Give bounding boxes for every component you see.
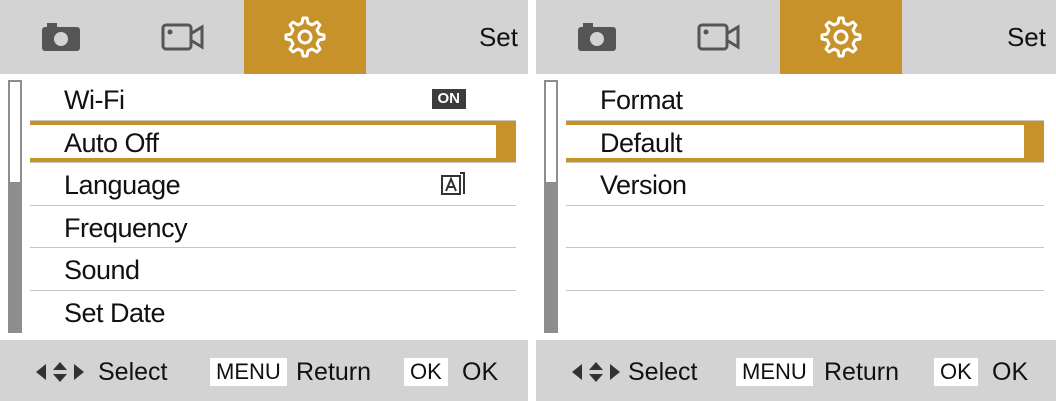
ok-key[interactable]: OK bbox=[934, 358, 978, 386]
menu-item-set-date[interactable]: Set Date bbox=[30, 291, 516, 334]
menu-item-format[interactable]: Format bbox=[566, 78, 1044, 121]
menu-item-label: Version bbox=[600, 170, 687, 200]
menu-item-label: Sound bbox=[64, 255, 140, 285]
settings-menu-list: Wi-Fi ON Auto Off Language Frequency Sou… bbox=[30, 78, 516, 333]
menu-item-auto-off[interactable]: Auto Off bbox=[30, 120, 516, 163]
page-title: Set bbox=[1006, 22, 1046, 52]
status-badge: ON bbox=[431, 89, 466, 109]
footer-hints: Select MENU Return OK OK bbox=[0, 340, 528, 401]
menu-item-label: Auto Off bbox=[64, 127, 159, 158]
mode-tab-bar: Set bbox=[536, 0, 1056, 74]
tab-settings[interactable] bbox=[780, 0, 902, 74]
tab-video[interactable] bbox=[122, 0, 244, 74]
gear-icon bbox=[820, 16, 862, 58]
scrollbar[interactable] bbox=[544, 80, 558, 333]
gear-icon bbox=[284, 16, 326, 58]
scrollbar-thumb[interactable] bbox=[546, 82, 556, 182]
settings-screen-left: Set Wi-Fi ON Auto Off Language Frequency… bbox=[0, 0, 528, 401]
return-hint: Return bbox=[824, 358, 900, 386]
menu-item-language[interactable]: Language bbox=[30, 163, 516, 206]
nav-arrows-icon bbox=[572, 362, 620, 382]
video-icon bbox=[697, 23, 740, 51]
nav-arrows-icon bbox=[36, 362, 84, 382]
tab-photo[interactable] bbox=[0, 0, 122, 74]
scrollbar-thumb[interactable] bbox=[10, 82, 20, 182]
tab-settings[interactable] bbox=[244, 0, 366, 74]
menu-item-wifi[interactable]: Wi-Fi ON bbox=[30, 78, 516, 121]
ok-key[interactable]: OK bbox=[404, 358, 448, 386]
select-hint: Select bbox=[98, 358, 168, 386]
menu-item-label: Default bbox=[600, 127, 683, 158]
scrollbar[interactable] bbox=[8, 80, 22, 333]
menu-item-empty bbox=[566, 291, 1044, 334]
mode-tab-bar: Set bbox=[0, 0, 528, 74]
ok-hint: OK bbox=[462, 358, 499, 386]
settings-menu-list: Format Default Version bbox=[566, 78, 1044, 333]
tab-video[interactable] bbox=[658, 0, 780, 74]
menu-item-sound[interactable]: Sound bbox=[30, 248, 516, 291]
menu-key[interactable]: MENU bbox=[210, 358, 287, 386]
page-title: Set bbox=[478, 22, 518, 52]
menu-item-label: Set Date bbox=[64, 297, 166, 328]
tab-photo[interactable] bbox=[536, 0, 658, 74]
ok-hint: OK bbox=[992, 358, 1029, 386]
menu-item-label: Frequency bbox=[64, 212, 188, 243]
menu-item-empty bbox=[566, 206, 1044, 248]
menu-item-version[interactable]: Version bbox=[566, 163, 1044, 206]
menu-item-label: Wi-Fi bbox=[64, 85, 125, 115]
camera-icon bbox=[578, 23, 616, 51]
auto-language-icon bbox=[441, 172, 465, 195]
footer-hints: Select MENU Return OK OK bbox=[536, 340, 1056, 401]
menu-item-default[interactable]: Default bbox=[566, 120, 1044, 163]
camera-icon bbox=[42, 23, 80, 51]
menu-item-frequency[interactable]: Frequency bbox=[30, 206, 516, 248]
menu-key[interactable]: MENU bbox=[736, 358, 813, 386]
select-hint: Select bbox=[628, 358, 698, 386]
return-hint: Return bbox=[296, 358, 372, 386]
menu-item-label: Format bbox=[600, 85, 683, 115]
menu-item-label: Language bbox=[64, 170, 181, 200]
video-icon bbox=[161, 23, 204, 51]
settings-screen-right: Set Format Default Version Select MENU R… bbox=[536, 0, 1056, 401]
menu-item-empty bbox=[566, 248, 1044, 291]
